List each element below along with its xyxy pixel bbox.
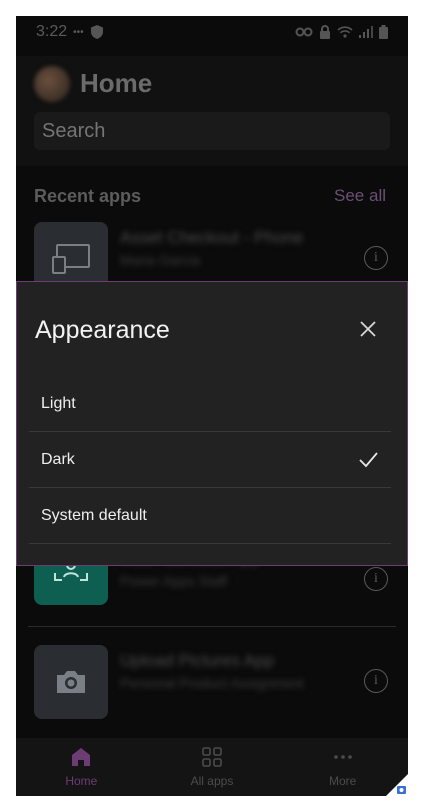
- see-all-link[interactable]: See all: [334, 186, 386, 206]
- status-right: [295, 25, 388, 39]
- app-name: Asset Checkout - Phone: [120, 228, 304, 247]
- nav-home[interactable]: Home: [26, 746, 136, 788]
- search-input[interactable]: [34, 112, 390, 150]
- nav-all-apps[interactable]: All apps: [157, 746, 267, 788]
- corner-badge-icon: [386, 774, 408, 796]
- option-light[interactable]: Light: [29, 376, 391, 432]
- notification-dots: •••: [73, 26, 84, 38]
- status-bar: 3:22 •••: [16, 16, 408, 48]
- option-system-default[interactable]: System default: [29, 488, 391, 544]
- status-left: 3:22 •••: [36, 23, 104, 41]
- option-dark[interactable]: Dark: [29, 432, 391, 488]
- info-icon[interactable]: i: [364, 567, 388, 591]
- wifi-icon: [337, 26, 353, 38]
- app-subtitle: Personal Product Assignment: [120, 675, 304, 691]
- status-time: 3:22: [36, 23, 68, 40]
- app-subtitle: Power Apps Staff: [120, 573, 228, 589]
- shield-icon: [90, 25, 103, 39]
- close-icon[interactable]: [357, 318, 379, 340]
- divider: [28, 626, 396, 627]
- home-header: Home: [16, 56, 408, 166]
- checkmark-icon: [359, 452, 378, 468]
- avatar[interactable]: [34, 66, 70, 102]
- devices-icon: [52, 244, 90, 274]
- battery-icon: [379, 25, 388, 39]
- page-title: Home: [80, 68, 153, 98]
- list-item[interactable]: Upload Pictures App Personal Product Ass…: [34, 645, 390, 721]
- option-label: Light: [41, 394, 76, 412]
- option-label: Dark: [41, 450, 75, 468]
- camera-icon: [57, 671, 85, 693]
- nav-more-label: More: [328, 774, 357, 788]
- recent-apps-title: Recent apps: [34, 186, 142, 206]
- nav-all-apps-label: All apps: [190, 774, 234, 788]
- appearance-dialog: Appearance Light Dark System default: [16, 281, 408, 566]
- more-dots-icon: [333, 755, 352, 759]
- app-name: Upload Pictures App: [120, 651, 275, 670]
- app-subtitle: Maria Garcia: [120, 252, 201, 268]
- home-icon: [72, 748, 91, 766]
- option-label: System default: [41, 506, 147, 524]
- vpn-key-icon: [295, 27, 313, 37]
- bottom-nav: Home All apps More: [16, 738, 408, 796]
- lock-icon: [320, 25, 330, 39]
- grid-icon: [202, 747, 222, 767]
- dialog-title: Appearance: [35, 316, 170, 344]
- nav-home-label: Home: [65, 774, 98, 788]
- info-icon[interactable]: i: [364, 246, 388, 270]
- app-tile: [34, 645, 108, 719]
- signal-icon: [359, 26, 373, 38]
- nav-more[interactable]: More: [288, 746, 398, 788]
- info-icon[interactable]: i: [364, 669, 388, 693]
